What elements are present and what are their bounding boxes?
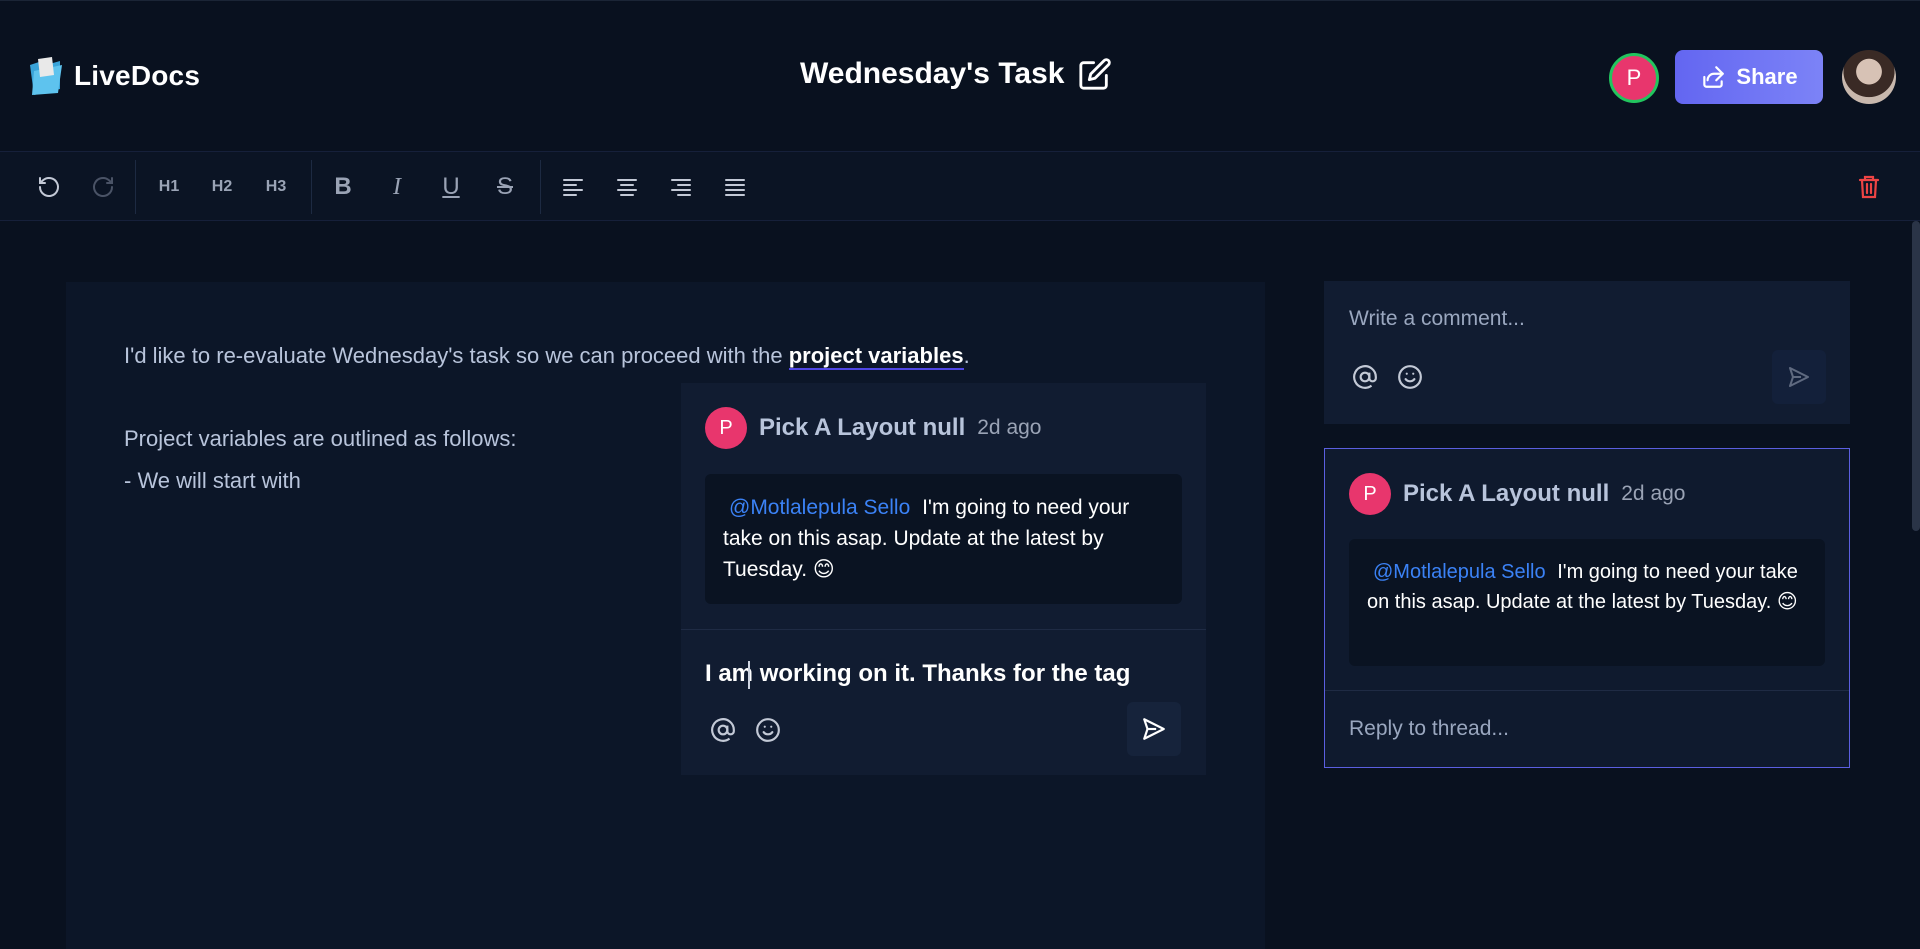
folder-icon [30, 57, 62, 95]
align-right-button[interactable] [661, 167, 701, 207]
send-icon [1143, 718, 1165, 740]
send-icon [1789, 367, 1809, 387]
scrollbar[interactable] [1912, 221, 1920, 531]
align-justify-button[interactable] [715, 167, 755, 207]
paragraph-1[interactable]: I'd like to re-evaluate Wednesday's task… [124, 343, 970, 370]
paragraph-3[interactable]: - We will start with [124, 468, 301, 494]
reply-composer: I am working on it. Thanks for the tag [681, 629, 1206, 775]
comment-thread[interactable]: P Pick A Layout null 2d ago @Motlalepula… [1324, 448, 1850, 768]
paragraph-text: I'd like to re-evaluate Wednesday's task… [124, 343, 789, 368]
align-justify-icon [725, 179, 745, 196]
align-left-icon [563, 179, 583, 196]
smile-icon [1398, 365, 1422, 389]
smile-icon [756, 718, 780, 742]
collaborator-avatar[interactable]: P [1609, 53, 1659, 103]
paragraph-text: . [963, 343, 970, 368]
app-logo[interactable]: LiveDocs [26, 55, 200, 97]
undo-button[interactable] [29, 167, 69, 207]
heading-2-button[interactable]: H2 [202, 167, 242, 207]
document-title[interactable]: Wednesday's Task [800, 57, 1064, 91]
strikethrough-button[interactable]: S [485, 167, 525, 207]
toolbar-divider [311, 160, 312, 214]
delete-document-button[interactable] [1849, 167, 1889, 207]
share-icon [1703, 66, 1725, 88]
formatting-toolbar: H1 H2 H3 B I U S [0, 151, 1920, 221]
share-button-label: Share [1736, 64, 1798, 89]
toolbar-divider [540, 160, 541, 214]
comment-author-name: Pick A Layout null [1403, 480, 1610, 507]
new-comment-composer: Write a comment... [1324, 281, 1850, 424]
document-title-area: Wednesday's Task [800, 57, 1112, 91]
bold-button[interactable]: B [323, 167, 363, 207]
send-comment-button[interactable] [1772, 350, 1826, 404]
at-sign-icon [711, 718, 735, 742]
underline-button[interactable]: U [431, 167, 471, 207]
heading-1-button[interactable]: H1 [149, 167, 189, 207]
mention-button[interactable] [705, 712, 741, 748]
paragraph-2[interactable]: Project variables are outlined as follow… [124, 426, 517, 452]
edit-icon[interactable] [1078, 57, 1112, 91]
text-cursor [748, 661, 750, 689]
mention-button[interactable] [1347, 359, 1383, 395]
comment-timestamp: 2d ago [977, 416, 1042, 439]
comment-author-avatar: P [705, 407, 747, 449]
reply-thread-input[interactable]: Reply to thread... [1349, 717, 1509, 741]
top-header: LiveDocs Wednesday's Task P Share [0, 0, 1920, 151]
undo-icon [39, 177, 59, 197]
redo-button[interactable] [83, 167, 123, 207]
floating-comment-thread: P Pick A Layout null 2d ago @Motlalepula… [681, 383, 1206, 775]
align-left-button[interactable] [553, 167, 593, 207]
comment-body: @Motlalepula Sello I'm going to need you… [1349, 539, 1825, 666]
toolbar-divider [135, 160, 136, 214]
align-center-icon [617, 179, 637, 196]
send-reply-button[interactable] [1127, 702, 1181, 756]
redo-icon [93, 177, 113, 197]
emoji-button[interactable] [750, 712, 786, 748]
thread-divider [1325, 690, 1849, 691]
heading-3-button[interactable]: H3 [256, 167, 296, 207]
reply-input[interactable]: I am working on it. Thanks for the tag [705, 660, 1130, 688]
highlighted-comment-text[interactable]: project variables [788, 343, 964, 370]
at-sign-icon [1353, 365, 1377, 389]
italic-button[interactable]: I [377, 167, 417, 207]
align-center-button[interactable] [607, 167, 647, 207]
comment-header: P Pick A Layout null 2d ago [705, 407, 1041, 449]
comment-input[interactable]: Write a comment... [1349, 307, 1525, 331]
user-avatar[interactable] [1842, 50, 1896, 104]
share-button[interactable]: Share [1675, 50, 1823, 104]
comment-header: P Pick A Layout null 2d ago [1349, 473, 1685, 515]
comment-timestamp: 2d ago [1621, 482, 1686, 505]
comment-author-name: Pick A Layout null [759, 414, 966, 441]
app-name: LiveDocs [74, 60, 201, 91]
mention-tag[interactable]: @Motlalepula Sello [723, 496, 916, 519]
comment-body: @Motlalepula Sello I'm going to need you… [705, 474, 1182, 604]
trash-icon [1858, 175, 1880, 199]
comment-author-avatar: P [1349, 473, 1391, 515]
align-right-icon [671, 179, 691, 196]
mention-tag[interactable]: @Motlalepula Sello [1367, 561, 1552, 583]
emoji-button[interactable] [1392, 359, 1428, 395]
